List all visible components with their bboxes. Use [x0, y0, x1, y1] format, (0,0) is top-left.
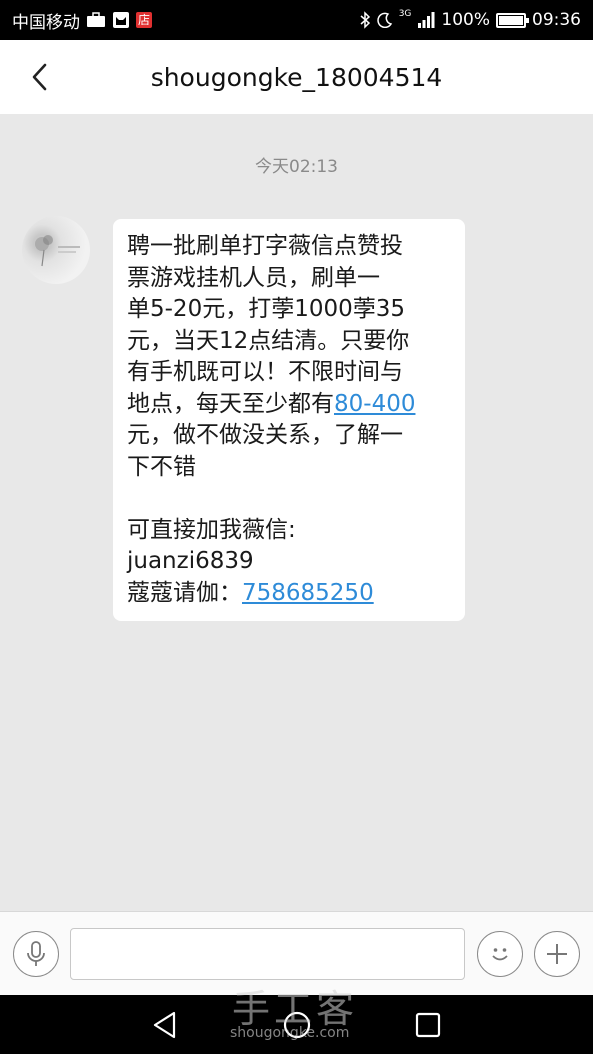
message-text: 地点，每天至少都有 — [127, 390, 334, 417]
message-timestamp: 今天02:13 — [255, 157, 338, 177]
avatar-flower-icon — [35, 235, 80, 267]
smiley-icon — [492, 948, 508, 961]
bluetooth-icon — [360, 11, 370, 29]
carrier-label: 中国移动 — [12, 12, 80, 33]
message-line: 有手机既可以！不限时间与 — [127, 359, 403, 385]
shop-app-icon: 店 — [136, 12, 153, 28]
network-type-label: 3G — [398, 9, 412, 19]
back-triangle-icon[interactable] — [148, 1008, 182, 1042]
status-left: 中国移动 店 — [12, 8, 153, 33]
moon-icon — [377, 12, 392, 28]
message-line: juanzi6839 — [127, 548, 254, 574]
contact-avatar[interactable] — [22, 216, 90, 284]
message-line: 地点，每天至少都有80-400 — [127, 389, 451, 421]
signal-icon — [418, 12, 435, 28]
plus-icon — [547, 944, 567, 964]
briefcase-icon — [87, 12, 105, 27]
number-link[interactable]: 80-400 — [334, 391, 415, 417]
attach-button[interactable] — [534, 931, 580, 977]
back-arrow-icon[interactable] — [24, 60, 58, 94]
status-right: 3G 100% 09:36 — [359, 9, 581, 30]
message-input[interactable] — [70, 928, 465, 980]
message-line: 蔻蔻请伽：758685250 — [127, 578, 451, 610]
message-line: 下不错 — [127, 453, 196, 480]
watermark-url: shougongke.com — [230, 1025, 350, 1041]
contact-title: shougongke_18004514 — [150, 62, 443, 92]
emoji-button[interactable] — [477, 931, 523, 977]
message-text: 蔻蔻请伽： — [127, 579, 242, 606]
status-bar: 中国移动 店 3G 100% 09:36 — [0, 0, 593, 40]
microphone-icon — [27, 941, 45, 966]
message-line: 元，做不做没关系，了解一 — [127, 422, 403, 448]
message-list[interactable]: 今天02:13 聘一批刷单打字薇信点赞投 票游戏挂机人员，刷单一 单5-20元，… — [0, 114, 593, 911]
message-line: 单5-20元，打荸1000荸35 — [127, 296, 405, 322]
message-line: 可直接加我薇信: — [127, 516, 296, 543]
cat-app-icon — [113, 12, 129, 28]
battery-percent: 100% — [441, 10, 490, 30]
battery-icon — [496, 12, 529, 28]
message-bubble[interactable]: 聘一批刷单打字薇信点赞投 票游戏挂机人员，刷单一 单5-20元，打荸1000荸3… — [113, 219, 465, 621]
phone-number-link[interactable]: 758685250 — [242, 580, 374, 606]
recents-square-icon[interactable] — [411, 1008, 445, 1042]
battery-fill — [499, 15, 523, 25]
voice-input-button[interactable] — [13, 931, 59, 977]
message-line: 票游戏挂机人员，刷单一 — [127, 264, 380, 291]
clock: 09:36 — [532, 10, 581, 30]
message-line: 元，当天12点结清。只要你 — [127, 327, 410, 354]
message-line: 聘一批刷单打字薇信点赞投 — [127, 233, 403, 259]
conversation-header: shougongke_18004514 — [0, 40, 593, 114]
